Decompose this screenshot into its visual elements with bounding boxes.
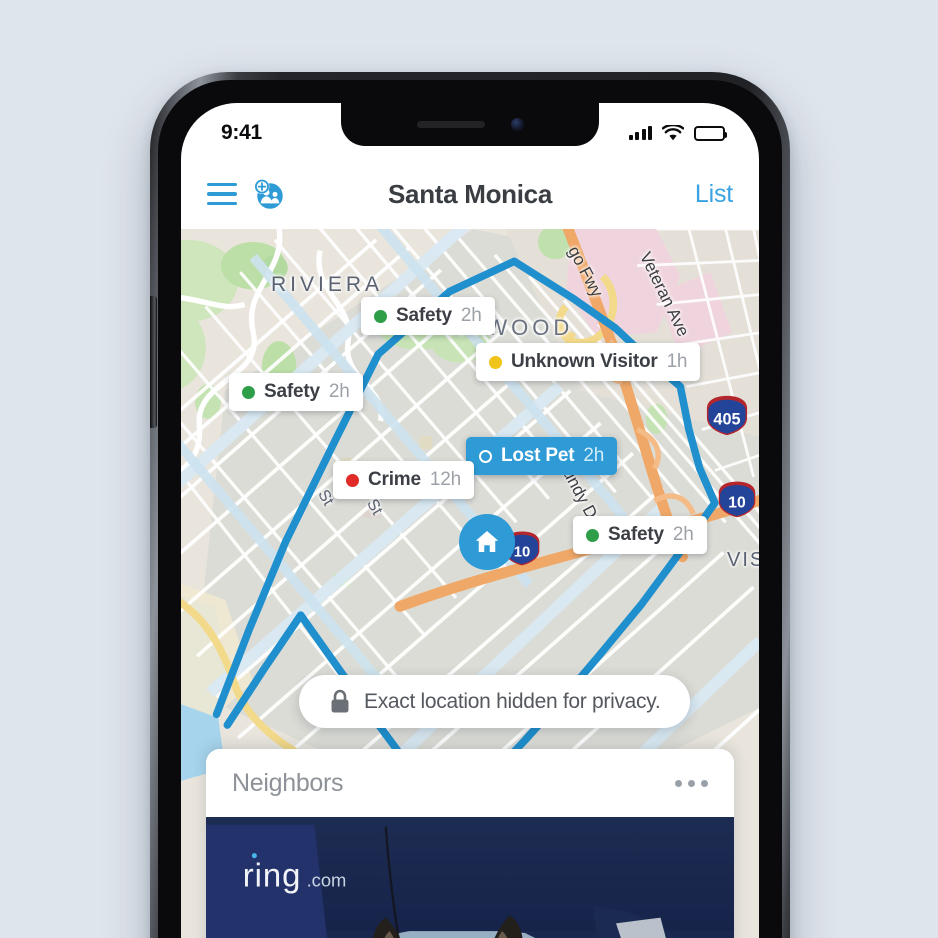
svg-text:10: 10: [514, 544, 531, 560]
lock-icon: [331, 689, 349, 713]
cellular-signal-icon: [628, 126, 652, 140]
map-event-pill-safety-1[interactable]: Safety 2h: [361, 297, 495, 335]
home-marker[interactable]: [459, 514, 515, 570]
event-category-dot: [346, 473, 359, 487]
event-ring-icon: [479, 449, 492, 463]
event-time: 1h: [666, 351, 688, 372]
highway-shield-10: 10: [715, 479, 759, 519]
home-icon: [475, 531, 499, 552]
event-category-dot: [586, 528, 599, 542]
event-label: Safety: [608, 524, 664, 545]
event-category-dot: [489, 355, 502, 369]
wifi-icon: [662, 125, 684, 141]
event-time: 2h: [583, 445, 605, 466]
volume-down-button[interactable]: [150, 208, 157, 296]
svg-text:405: 405: [713, 411, 740, 429]
map-view[interactable]: RIVIERA NTWOOD go Fwy Veteran Ave S Bundy Dr…: [181, 229, 759, 938]
hamburger-menu-icon[interactable]: [207, 182, 237, 206]
map-event-pill-safety-2[interactable]: Safety 2h: [229, 373, 363, 411]
phone-screen: RIVIERA NTWOOD go Fwy Veteran Ave S Bundy Dr…: [181, 103, 759, 938]
husky-photo: ring .com: [206, 817, 734, 938]
event-time: 2h: [328, 381, 350, 402]
earpiece-speaker: [416, 121, 485, 128]
event-label: Safety: [396, 305, 452, 326]
phone-frame: RIVIERA NTWOOD go Fwy Veteran Ave S Bundy Dr…: [150, 72, 790, 938]
event-label: Crime: [368, 469, 421, 490]
phone-notch: [341, 103, 599, 146]
privacy-notice: Exact location hidden for privacy.: [299, 675, 691, 728]
post-photo[interactable]: ring .com: [206, 817, 734, 938]
nav-right-group: List: [695, 180, 733, 209]
map-event-pill-unknown-visitor-1[interactable]: Unknown Visitor 1h: [476, 343, 701, 381]
neighbors-post-card[interactable]: Neighbors ring .com: [206, 749, 734, 938]
phone-bezel: RIVIERA NTWOOD go Fwy Veteran Ave S Bundy Dr…: [158, 80, 782, 938]
power-button[interactable]: [150, 296, 157, 428]
battery-full-icon: [694, 125, 727, 141]
list-button[interactable]: List: [695, 180, 733, 208]
svg-text:10: 10: [728, 495, 746, 512]
event-label: Unknown Visitor: [511, 351, 658, 372]
app-nav-bar: Santa Monica List: [181, 159, 759, 229]
add-neighbor-icon[interactable]: [251, 177, 285, 211]
event-time: 12h: [429, 469, 461, 490]
status-time: 9:41: [221, 121, 262, 144]
event-category-dot: [374, 309, 387, 323]
event-label: Lost Pet: [501, 445, 575, 466]
post-card-header: Neighbors: [206, 749, 734, 817]
map-event-pill-lost-pet-1[interactable]: Lost Pet 2h: [466, 437, 618, 475]
map-event-pill-crime-1[interactable]: Crime 12h: [333, 461, 474, 499]
mute-switch-button[interactable]: [150, 72, 157, 120]
highway-shield-405: 405: [702, 393, 752, 437]
svg-text:.com: .com: [307, 870, 347, 891]
front-camera: [510, 118, 524, 131]
event-time: 2h: [672, 524, 694, 545]
event-category-dot: [242, 385, 255, 399]
map-event-pill-safety-3[interactable]: Safety 2h: [573, 516, 707, 554]
more-options-icon[interactable]: [675, 779, 708, 787]
status-icons: [628, 125, 727, 141]
svg-text:ring: ring: [243, 857, 302, 894]
volume-up-button[interactable]: [150, 120, 157, 208]
event-time: 2h: [460, 305, 482, 326]
event-label: Safety: [264, 381, 320, 402]
post-card-title: Neighbors: [232, 768, 344, 797]
nav-left-group: [207, 177, 285, 211]
privacy-notice-text: Exact location hidden for privacy.: [364, 689, 661, 713]
